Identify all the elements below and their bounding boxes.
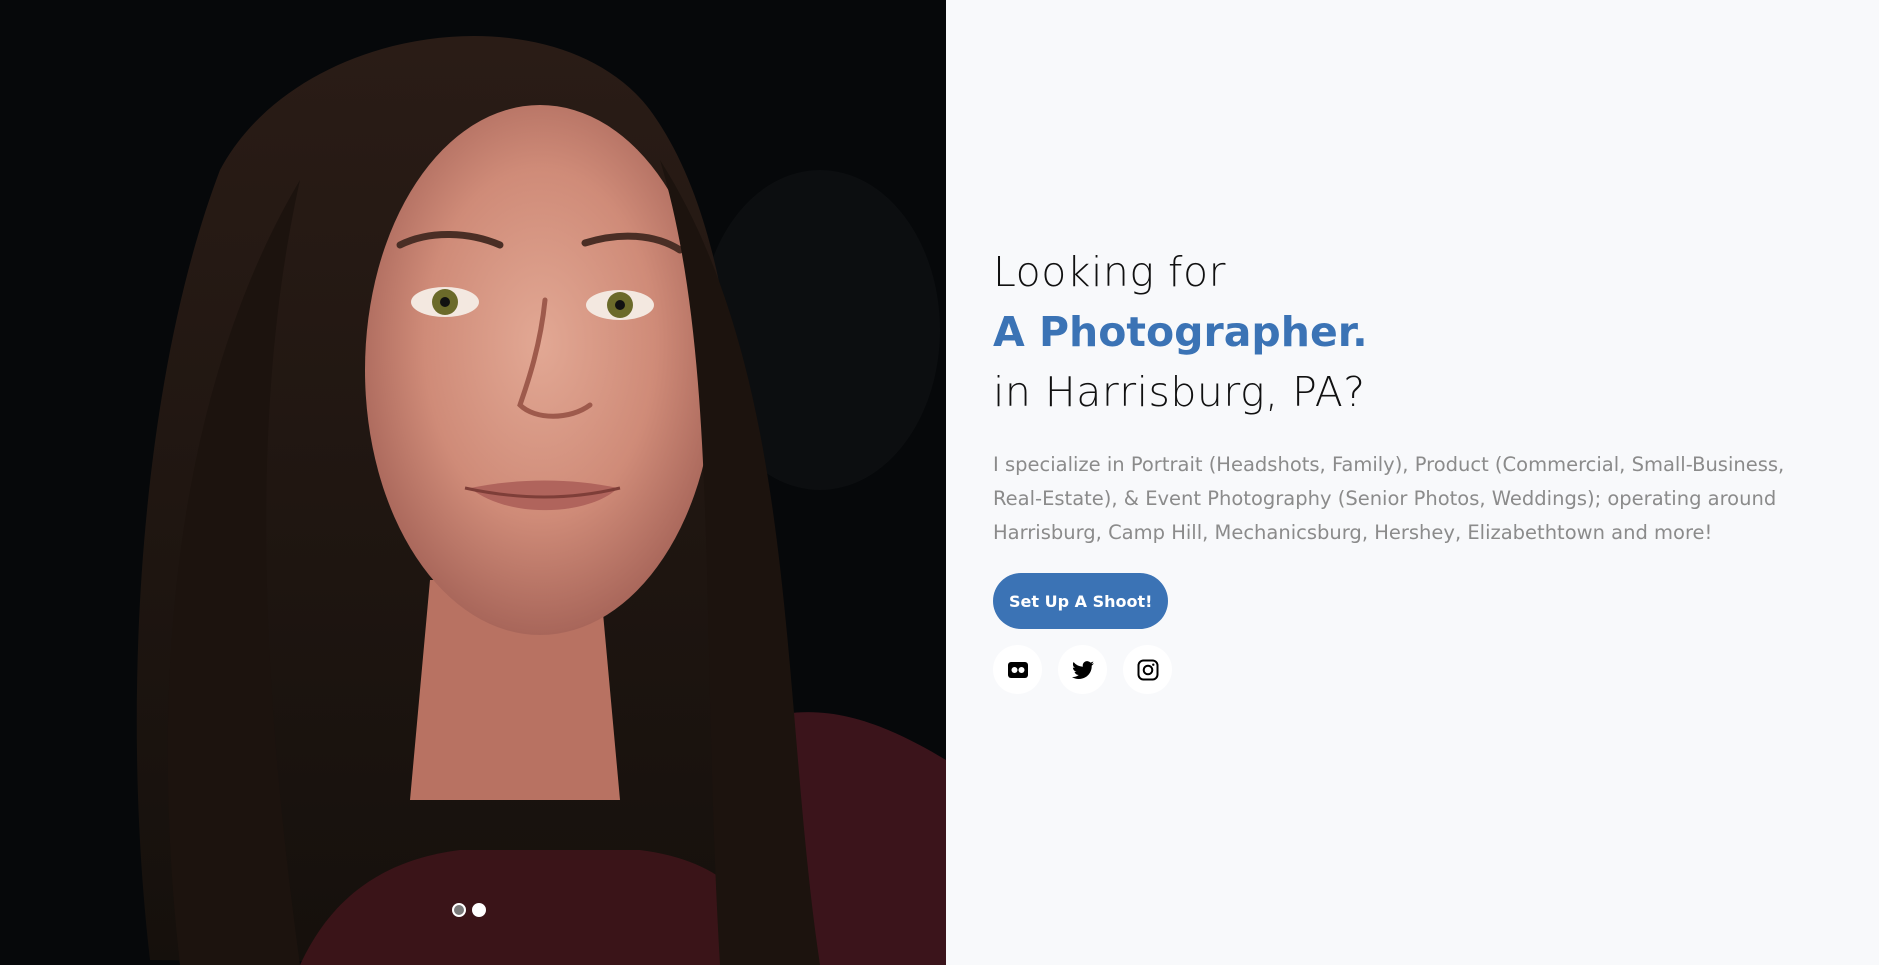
twitter-icon xyxy=(1071,660,1094,679)
hero-description: I specialize in Portrait (Headshots, Fam… xyxy=(993,453,1785,544)
flickr-link[interactable] xyxy=(993,645,1042,694)
headline-accent: A Photographer. xyxy=(993,308,1368,356)
carousel-dot-1[interactable] xyxy=(452,903,466,917)
flickr-icon xyxy=(1007,661,1028,678)
twitter-link[interactable] xyxy=(1058,645,1107,694)
hero-content: Looking for A Photographer. in Harrisbur… xyxy=(993,0,1843,965)
carousel-dot-2[interactable] xyxy=(472,903,486,917)
headline-line-1: Looking for xyxy=(993,248,1226,296)
instagram-link[interactable] xyxy=(1123,645,1172,694)
hero-portrait-image xyxy=(0,0,946,965)
carousel-dots xyxy=(452,903,486,917)
set-up-shoot-button[interactable]: Set Up A Shoot! xyxy=(993,573,1169,629)
headline-line-3: in Harrisburg, PA? xyxy=(993,368,1366,416)
portrait-illustration xyxy=(0,0,946,965)
instagram-icon xyxy=(1137,659,1158,680)
hero-headline: Looking for A Photographer. in Harrisbur… xyxy=(993,242,1368,422)
social-links xyxy=(993,645,1172,694)
